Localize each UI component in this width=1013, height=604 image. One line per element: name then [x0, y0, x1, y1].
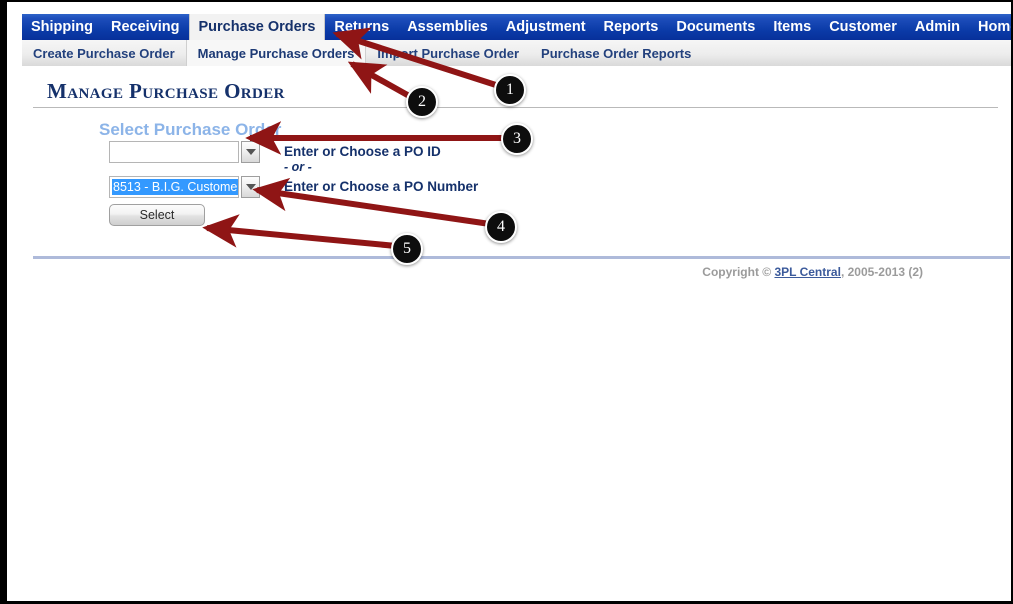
- copyright-prefix: Copyright ©: [702, 265, 775, 279]
- po-id-label: Enter or Choose a PO ID: [284, 144, 441, 159]
- sub-nav-item-create-purchase-order[interactable]: Create Purchase Order: [22, 40, 186, 66]
- main-nav-item-customer[interactable]: Customer: [820, 14, 906, 40]
- chevron-down-icon: [245, 149, 256, 155]
- po-number-value: 8513 - B.I.G. Custome: [112, 179, 238, 195]
- select-button[interactable]: Select: [109, 204, 205, 226]
- main-nav-item-shipping[interactable]: Shipping: [22, 14, 102, 40]
- main-navigation: Shipping Receiving Purchase Orders Returns A…: [22, 14, 1011, 40]
- main-nav-item-documents[interactable]: Documents: [667, 14, 764, 40]
- sub-nav-item-manage-purchase-orders[interactable]: Manage Purchase Orders: [185, 40, 367, 66]
- main-nav-item-purchase-orders[interactable]: Purchase Orders: [188, 14, 326, 40]
- po-number-input[interactable]: 8513 - B.I.G. Custome: [109, 176, 239, 198]
- copyright-footer: Copyright © 3PL Central, 2005-2013 (2): [702, 265, 923, 279]
- po-id-dropdown-button[interactable]: [241, 141, 260, 163]
- main-nav-item-receiving[interactable]: Receiving: [102, 14, 189, 40]
- app-window: Shipping Receiving Purchase Orders Returns A…: [0, 0, 1013, 604]
- main-nav-item-reports[interactable]: Reports: [595, 14, 668, 40]
- po-id-input[interactable]: [109, 141, 239, 163]
- main-nav-item-admin[interactable]: Admin: [906, 14, 969, 40]
- chevron-down-icon: [245, 184, 256, 190]
- page-title: Manage Purchase Order: [47, 79, 285, 103]
- title-divider: [33, 107, 998, 108]
- main-nav-item-items[interactable]: Items: [764, 14, 820, 40]
- main-nav-item-returns[interactable]: Returns: [325, 14, 398, 40]
- 3pl-central-link[interactable]: 3PL Central: [774, 265, 840, 279]
- section-heading: Select Purchase Order: [99, 120, 282, 139]
- or-separator-label: - or -: [284, 160, 312, 174]
- page-frame: Shipping Receiving Purchase Orders Returns A…: [7, 2, 1011, 601]
- content-area: Manage Purchase Order Select Purchase Or…: [22, 66, 1011, 601]
- main-nav-item-adjustment[interactable]: Adjustment: [497, 14, 595, 40]
- sub-navigation: Create Purchase Order Manage Purchase Ord…: [22, 40, 1011, 66]
- copyright-suffix: , 2005-2013 (2): [840, 265, 923, 279]
- po-number-dropdown-button[interactable]: [241, 176, 260, 198]
- po-number-combo[interactable]: 8513 - B.I.G. Custome: [109, 176, 260, 198]
- po-id-combo[interactable]: [109, 141, 260, 163]
- footer-divider: [33, 256, 1010, 259]
- sub-nav-item-import-purchase-order[interactable]: Import Purchase Order: [366, 40, 530, 66]
- main-nav-item-assemblies[interactable]: Assemblies: [398, 14, 497, 40]
- sub-nav-item-purchase-order-reports[interactable]: Purchase Order Reports: [530, 40, 702, 66]
- po-number-label: Enter or Choose a PO Number: [284, 179, 479, 194]
- main-nav-item-home[interactable]: Home: [969, 14, 1011, 40]
